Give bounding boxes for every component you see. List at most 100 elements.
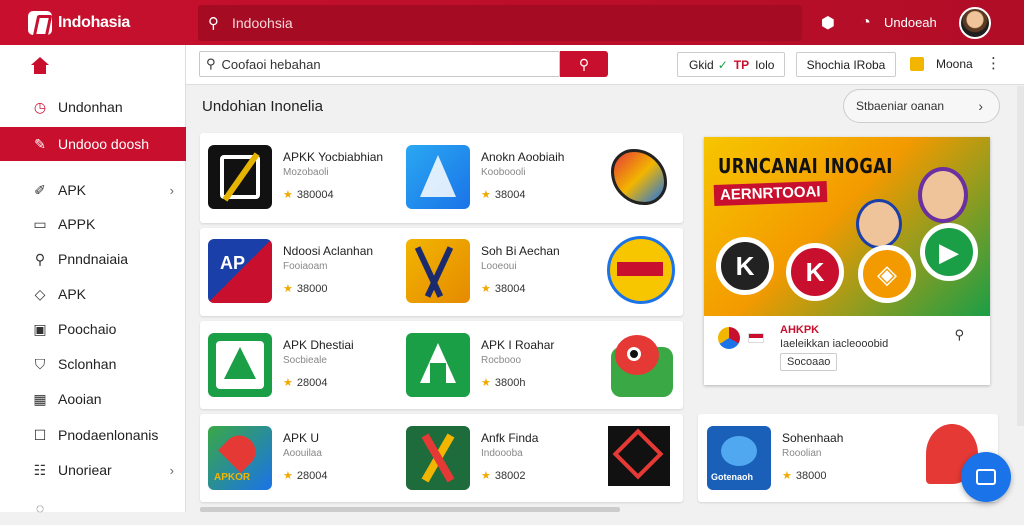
star-icon: ★ — [481, 189, 491, 201]
check-icon: ✓ — [717, 57, 728, 72]
settings-gear-icon[interactable]: ⬢ — [816, 13, 840, 33]
more-options-icon[interactable]: ⋮ — [986, 54, 1001, 72]
app-row-card: AP Ndoosi Aclanhan Fooiaoam ★ 38000 Soh B… — [200, 228, 683, 316]
app-item[interactable]: Gotenaoh Sohenhaah Rooolian ★ 38000 — [707, 426, 843, 490]
sidebar-item-pnndnaiaia[interactable]: ⚲ Pnndnaiaia — [0, 242, 186, 276]
sidebar-item-apk-2[interactable]: ◇ APK — [0, 277, 186, 311]
pin-icon[interactable]: ⚲ — [954, 327, 964, 343]
sidebar-item-label: Sclonhan — [58, 356, 117, 372]
tag-icon: ◇ — [34, 285, 46, 302]
app-icon — [718, 327, 740, 349]
sidebar-item-label: Aooian — [58, 391, 102, 407]
floating-action-button[interactable] — [961, 452, 1011, 502]
star-icon: ★ — [481, 377, 491, 389]
pill-label: Stbaeniar oanan — [856, 99, 945, 113]
sidebar-item-label: Undonhan — [58, 99, 123, 115]
scrollbar-vertical[interactable] — [1017, 86, 1024, 426]
sidebar-item-undooo-doosh[interactable]: ✎ Undooo doosh — [0, 127, 186, 161]
sidebar-item-poochaio[interactable]: ▣ Poochaio — [0, 312, 186, 346]
banner-title: URNCANAI INOGAI — [718, 154, 893, 178]
top-search-input[interactable]: ⚲ Indoohsia — [198, 4, 802, 41]
banner-info-title: AHKPK — [780, 324, 820, 336]
home-icon[interactable] — [31, 57, 49, 75]
star-icon: ★ — [481, 470, 491, 482]
robot-mascot-icon — [605, 327, 677, 399]
app-icon: AP — [208, 239, 272, 303]
sidebar-item-pnodaenlonanis[interactable]: ☐ Pnodaenlonanis — [0, 418, 186, 452]
app-row-card: APK Dhestiai Socbieale ★ 28004 APK I Roah… — [200, 321, 683, 409]
filter-chip-label: Gkid — [689, 57, 714, 72]
app-icon — [208, 333, 272, 397]
search-icon: ⚲ — [208, 14, 219, 32]
filter-chip-label: Shochia IRoba — [806, 57, 886, 72]
star-icon: ★ — [782, 470, 792, 482]
parrot-mascot-icon — [603, 141, 675, 213]
app-downloads: ★ 3800h — [481, 377, 526, 389]
app-icon — [406, 333, 470, 397]
scrollbar-horizontal[interactable] — [200, 507, 620, 512]
app-downloads: ★ 38000 — [782, 470, 827, 482]
see-all-pill[interactable]: Stbaeniar oanan › — [843, 89, 1000, 123]
banner-artwork: URNCANAI INOGAI AERNRTOOAI K K ◈ ▶ — [704, 137, 990, 316]
sidebar-item-appk[interactable]: ▭ APPK — [0, 207, 186, 241]
sidebar-item-unoriear[interactable]: ☷ Unoriear › — [0, 453, 186, 487]
search-button[interactable]: ⚲ — [560, 51, 608, 77]
star-icon: ★ — [481, 283, 491, 295]
app-item[interactable]: Anokn Aoobiaih Kooboooli ★ 38004 — [406, 145, 564, 209]
app-developer: Socbieale — [283, 355, 327, 366]
filter-chip-2[interactable]: Shochia IRoba — [796, 52, 896, 77]
image-icon: ▣ — [33, 320, 47, 337]
app-downloads: ★ 38004 — [481, 283, 526, 295]
wallet-icon — [976, 469, 996, 485]
app-downloads: ★ 28004 — [283, 470, 328, 482]
app-item[interactable]: APKK Yocbiabhian Mozobaoli ★ 380004 — [208, 145, 383, 209]
star-icon: ★ — [283, 283, 293, 295]
sidebar-item-label: Pnndnaiaia — [58, 251, 129, 267]
app-downloads: ★ 38002 — [481, 470, 526, 482]
clock-icon[interactable]: ◔ — [854, 14, 878, 32]
top-bar: Indohasia ⚲ Indoohsia ⬢ ◔ Undoeah — [0, 0, 1024, 45]
app-developer: Looeoui — [481, 261, 517, 272]
app-item[interactable]: AP Ndoosi Aclanhan Fooiaoam ★ 38000 — [208, 239, 373, 303]
app-icon — [406, 145, 470, 209]
app-name: Anokn Aoobiaih — [481, 150, 565, 164]
app-item[interactable]: APK I Roahar Rocbooo ★ 3800h — [406, 333, 554, 397]
sidebar-item-undonhan[interactable]: ◷ Undonhan — [0, 90, 186, 124]
sidebar-item-aooian[interactable]: ▦ Aooian — [0, 382, 186, 416]
app-item[interactable]: APKOR APK U Aoouilaa ★ 28004 — [208, 426, 327, 490]
search-icon: ⚲ — [578, 55, 590, 72]
grid-icon: ▦ — [33, 390, 47, 407]
clock-icon: ◷ — [33, 98, 47, 115]
filter-chip-1[interactable]: Gkid ✓ TP Iolo — [677, 52, 785, 77]
app-icon — [406, 239, 470, 303]
app-downloads: ★ 38004 — [481, 189, 526, 201]
promo-banner[interactable]: URNCANAI INOGAI AERNRTOOAI K K ◈ ▶ AHKPK… — [704, 137, 990, 385]
search-input[interactable]: ⚲ Coofaoi hebahan — [199, 51, 560, 77]
user-label[interactable]: Undoeah — [884, 15, 937, 30]
app-item[interactable]: Anfk Finda Indoooba ★ 38002 — [406, 426, 538, 490]
avatar[interactable] — [958, 6, 991, 39]
banner-badge-2: K — [786, 243, 844, 301]
app-downloads: ★ 38000 — [283, 283, 328, 295]
app-item[interactable]: Soh Bi Aechan Looeoui ★ 38004 — [406, 239, 560, 303]
star-icon: ★ — [283, 470, 293, 482]
filter-chip-3[interactable]: Moona — [908, 51, 973, 77]
round-badge-icon — [605, 234, 677, 306]
sidebar: ◷ Undonhan ✎ Undooo doosh ✐ APK › ▭ APPK… — [0, 45, 186, 516]
sidebar-item-label: Undooo doosh — [58, 136, 150, 152]
app-row-card: APKOR APK U Aoouilaa ★ 28004 Anfk Finda I… — [200, 414, 683, 502]
banner-info-description: Iaeleikkan iacleooobid — [780, 338, 889, 350]
app-developer: Mozobaoli — [283, 167, 329, 178]
filter-chip-label: Moona — [936, 57, 973, 71]
banner-badge-1: K — [716, 237, 774, 295]
app-item[interactable]: APK Dhestiai Socbieale ★ 28004 — [208, 333, 354, 397]
search-icon: ⚲ — [206, 56, 216, 71]
banner-info-tag[interactable]: Socoaao — [780, 353, 838, 371]
app-icon — [208, 145, 272, 209]
sidebar-item-label: Pnodaenlonanis — [58, 427, 159, 443]
logo[interactable]: Indohasia — [28, 10, 198, 35]
top-search-placeholder: Indoohsia — [232, 14, 293, 31]
sidebar-item-more[interactable]: ◌ — [0, 491, 186, 525]
sidebar-item-apk[interactable]: ✐ APK › — [0, 173, 186, 207]
sidebar-item-sclonhan[interactable]: ⛉ Sclonhan — [0, 347, 186, 381]
